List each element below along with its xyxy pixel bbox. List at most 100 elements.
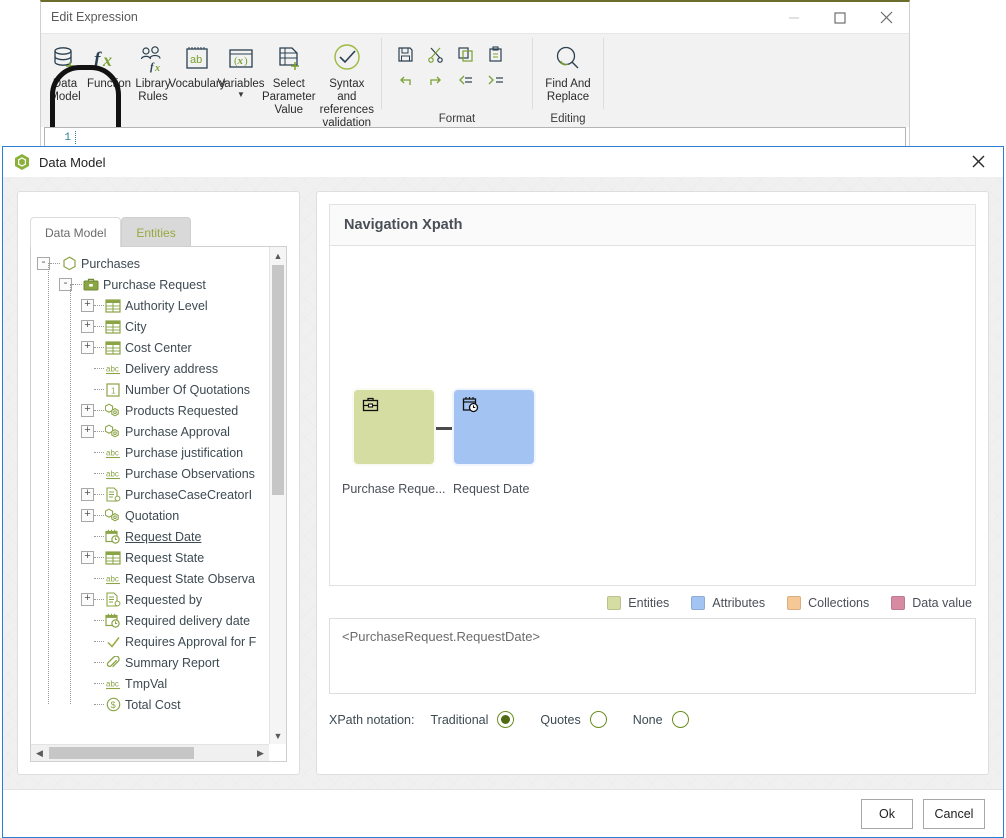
tree-node[interactable]: Required delivery date <box>37 610 269 631</box>
expand-icon[interactable]: + <box>81 299 94 312</box>
tree-node[interactable]: abc Purchase justification <box>37 442 269 463</box>
tree-node[interactable]: Requires Approval for F <box>37 631 269 652</box>
tree-node-label: Products Requested <box>125 403 239 418</box>
tree-node[interactable]: - Purchase Request <box>37 274 269 295</box>
ribbon-button-function[interactable]: f x Function <box>87 38 131 91</box>
collection-icon <box>104 403 122 419</box>
scroll-down-icon[interactable]: ▼ <box>270 727 286 744</box>
scroll-right-icon[interactable]: ▶ <box>252 745 269 761</box>
tree-node[interactable]: abc Request State Observa <box>37 568 269 589</box>
tree-node-label: Total Cost <box>125 697 181 712</box>
data-model-tree[interactable]: - Purchases - Purchase Request + Authority Le… <box>31 247 269 744</box>
tree-node[interactable]: + Quotation <box>37 505 269 526</box>
svg-text:ab: ab <box>190 54 202 66</box>
radio-option-none[interactable]: None <box>633 711 689 728</box>
table-green-icon <box>104 340 122 356</box>
scissors-icon[interactable] <box>420 41 450 68</box>
expand-icon[interactable]: + <box>81 425 94 438</box>
navigation-diagram-canvas[interactable]: Purchase Reque... Request Date <box>329 246 976 586</box>
radio-button[interactable] <box>497 711 515 728</box>
tree-horizontal-scrollbar[interactable]: ◀ ▶ <box>31 744 269 761</box>
legend-item-entities: Entities <box>607 596 669 610</box>
clipboard-icon[interactable] <box>480 41 510 68</box>
expand-icon[interactable]: + <box>81 320 94 333</box>
ribbon-group-include: Data Model f x Function f x Library Rule… <box>41 34 381 157</box>
ribbon-button-select-parameter-value[interactable]: Select Parameter Value <box>262 38 316 117</box>
tree-node[interactable]: + Authority Level <box>37 295 269 316</box>
table-plus-icon <box>274 40 304 78</box>
scrollbar-thumb[interactable] <box>272 265 284 495</box>
radio-option-traditional[interactable]: Traditional <box>430 711 515 728</box>
people-fx-icon: f x <box>138 40 168 78</box>
expand-icon[interactable]: + <box>81 509 94 522</box>
tree-node[interactable]: 1 Number Of Quotations <box>37 379 269 400</box>
tree-node[interactable]: Summary Report <box>37 652 269 673</box>
tree-node[interactable]: - Purchases <box>37 253 269 274</box>
ok-button[interactable]: Ok <box>861 798 913 829</box>
tree-node[interactable]: + PurchaseCaseCreatorI <box>37 484 269 505</box>
tree-node[interactable]: $ Total Cost <box>37 694 269 715</box>
tab-data-model[interactable]: Data Model <box>30 217 122 247</box>
ribbon-button-library-rules[interactable]: f x Library Rules <box>131 38 175 104</box>
expand-icon[interactable]: + <box>81 404 94 417</box>
date-clock-icon <box>462 396 479 418</box>
scrollbar-thumb[interactable] <box>49 747 194 759</box>
tree-node-label: Number Of Quotations <box>125 382 251 397</box>
check-circle-icon <box>331 40 363 78</box>
expand-icon[interactable]: + <box>81 341 94 354</box>
radio-button[interactable] <box>671 711 689 728</box>
navigation-xpath-panel: Navigation Xpath Purchase Reque... Reque… <box>316 191 989 775</box>
ribbon-button-variables[interactable]: ( x ) Variables ▼ <box>217 38 265 99</box>
xpath-notation-label: XPath notation: <box>329 712 415 727</box>
chevron-down-icon[interactable]: ▼ <box>237 91 245 99</box>
tree-node[interactable]: + Request State <box>37 547 269 568</box>
cancel-button[interactable]: Cancel <box>923 798 985 829</box>
tree-node[interactable]: + Purchase Approval <box>37 421 269 442</box>
briefcase-icon <box>82 277 100 293</box>
abc-icon: abc <box>104 445 122 461</box>
tree-node-label: Delivery address <box>125 361 219 376</box>
radio-label: Traditional <box>430 712 489 727</box>
navigation-xpath-title: Navigation Xpath <box>329 204 976 246</box>
scroll-up-icon[interactable]: ▲ <box>270 247 286 264</box>
svg-text:abc: abc <box>106 469 119 478</box>
tree-vertical-scrollbar[interactable]: ▲ ▼ <box>269 247 286 744</box>
tree-node[interactable]: + Requested by <box>37 589 269 610</box>
outdent-icon[interactable] <box>450 68 480 95</box>
tree-node[interactable]: + Products Requested <box>37 400 269 421</box>
tree-node[interactable]: Request Date <box>37 526 269 547</box>
tab-entities[interactable]: Entities <box>121 217 191 247</box>
ribbon-button-syntax-validation[interactable]: Syntax and references validation <box>315 38 379 130</box>
ribbon-button-data-model[interactable]: Data Model <box>43 38 87 104</box>
ribbon-button-vocabulary[interactable]: ab Vocabulary <box>169 38 225 91</box>
expand-icon[interactable]: + <box>81 551 94 564</box>
diagram-node-purchase-request[interactable] <box>352 388 436 466</box>
check-icon <box>104 634 122 650</box>
expand-icon[interactable]: + <box>81 593 94 606</box>
indent-icon[interactable] <box>480 68 510 95</box>
undo-icon[interactable] <box>390 68 420 95</box>
save-icon[interactable] <box>390 41 420 68</box>
tree-node-label: Cost Center <box>125 340 192 355</box>
xpath-expression-box[interactable]: <PurchaseRequest.RequestDate> <box>329 618 976 694</box>
tree-node[interactable]: abc TmpVal <box>37 673 269 694</box>
radio-option-quotes[interactable]: Quotes <box>540 711 607 728</box>
copy-icon[interactable] <box>450 41 480 68</box>
tree-node[interactable]: + City <box>37 316 269 337</box>
tree-node[interactable]: abc Purchase Observations <box>37 463 269 484</box>
maximize-icon[interactable] <box>817 2 863 33</box>
legend-swatch <box>787 596 802 610</box>
scroll-left-icon[interactable]: ◀ <box>31 745 48 761</box>
redo-icon[interactable] <box>420 68 450 95</box>
expand-icon[interactable]: + <box>81 488 94 501</box>
close-icon[interactable] <box>863 2 909 33</box>
edit-expression-window: Edit Expression Data Model f x Function … <box>40 0 910 157</box>
close-icon[interactable] <box>959 147 997 176</box>
tree-node[interactable]: abc Delivery address <box>37 358 269 379</box>
ribbon-button-find-and-replace[interactable]: Find And Replace <box>535 38 601 104</box>
radio-button[interactable] <box>589 711 607 728</box>
x-variable-icon: ( x ) <box>226 40 256 78</box>
diagram-node-request-date[interactable] <box>452 388 536 466</box>
minimize-icon[interactable] <box>771 2 817 33</box>
tree-node[interactable]: + Cost Center <box>37 337 269 358</box>
